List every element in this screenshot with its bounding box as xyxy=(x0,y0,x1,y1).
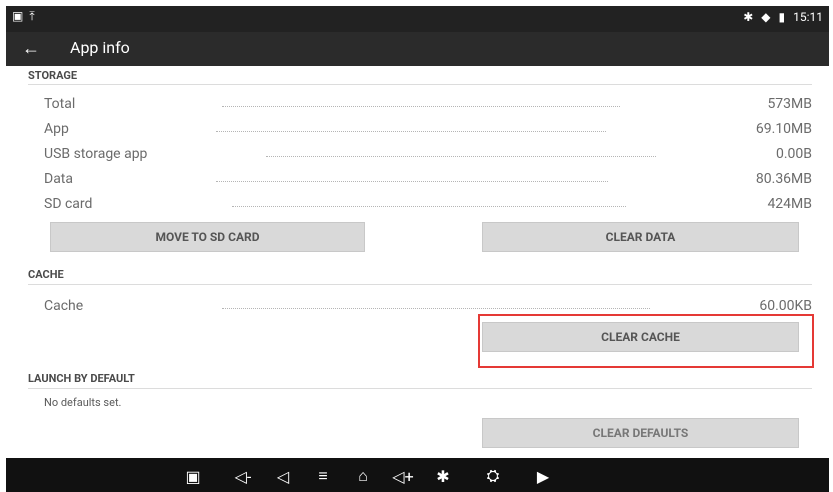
clear-defaults-button[interactable]: CLEAR DEFAULTS xyxy=(482,418,799,448)
row-value: 573MB xyxy=(767,96,812,112)
row-label: Data xyxy=(44,171,73,187)
app-info-content: STORAGE Total 573MB App 69.10MB USB stor… xyxy=(6,66,829,458)
storage-row-usb-storage-app: USB storage app 0.00B xyxy=(44,144,812,166)
bluetooth-icon: ✱ xyxy=(743,10,754,24)
app-bar: ← App info xyxy=(6,32,829,66)
launch-default-section-title: LAUNCH BY DEFAULT xyxy=(28,372,135,385)
clear-cache-button[interactable]: CLEAR CACHE xyxy=(482,322,799,352)
status-left-icons: ▣ ⤒ xyxy=(12,9,35,24)
menu-icon[interactable]: ≡ xyxy=(312,465,334,487)
row-value: 60.00KB xyxy=(759,298,812,314)
row-value: 69.10MB xyxy=(755,121,812,137)
clear-data-button[interactable]: CLEAR DATA xyxy=(482,222,799,252)
android-frame: ▣ ⤒ ✱ ◆ ▮ 15:11 ← App info STORAGE Total… xyxy=(0,0,833,492)
car-diagnostic-icon[interactable]: ⛭ xyxy=(482,465,504,487)
row-dots xyxy=(216,131,606,132)
row-value: 0.00B xyxy=(775,146,812,162)
row-label: Cache xyxy=(44,298,84,314)
status-bar: ▣ ⤒ ✱ ◆ ▮ 15:11 xyxy=(6,6,829,32)
upload-icon: ⤒ xyxy=(29,9,35,23)
storage-row-total: Total 573MB xyxy=(44,94,812,116)
move-to-sd-card-button[interactable]: MOVE TO SD CARD xyxy=(50,222,365,252)
storage-section-title: STORAGE xyxy=(28,69,78,82)
row-dots xyxy=(222,308,650,309)
row-dots xyxy=(222,106,620,107)
screen-record-icon[interactable]: ▶ xyxy=(532,465,554,487)
volume-up-icon[interactable]: ◁+ xyxy=(392,465,414,487)
cache-divider xyxy=(28,284,812,285)
navigation-bar: ▣ ◁- ◁ ≡ ⌂ ◁+ ✱ ⛭ ▶ xyxy=(6,458,829,492)
row-value: 424MB xyxy=(767,196,812,212)
storage-row-sd-card: SD card 424MB xyxy=(44,194,812,216)
bluetooth-icon[interactable]: ✱ xyxy=(432,465,454,487)
row-value: 80.36MB xyxy=(755,171,812,187)
row-dots xyxy=(232,206,626,207)
row-dots xyxy=(266,156,656,157)
gallery-icon[interactable]: ▣ xyxy=(182,465,204,487)
row-label: USB storage app xyxy=(44,146,148,162)
home-icon[interactable]: ⌂ xyxy=(352,465,374,487)
launch-default-text: No defaults set. xyxy=(44,396,122,409)
cache-section-title: CACHE xyxy=(28,268,64,281)
arrow-back-icon[interactable]: ← xyxy=(22,38,40,59)
row-dots xyxy=(216,181,608,182)
back-icon[interactable]: ◁ xyxy=(272,465,294,487)
image-icon: ▣ xyxy=(12,9,24,23)
row-label: App xyxy=(44,121,69,137)
launch-default-divider xyxy=(28,388,812,389)
page-title: App info xyxy=(70,38,130,57)
status-right-icons: ✱ ◆ ▮ 15:11 xyxy=(743,10,823,24)
storage-row-data: Data 80.36MB xyxy=(44,169,812,191)
volume-down-icon[interactable]: ◁- xyxy=(232,465,254,487)
storage-row-app: App 69.10MB xyxy=(44,119,812,141)
row-label: SD card xyxy=(44,196,93,212)
row-label: Total xyxy=(44,96,76,112)
status-time: 15:11 xyxy=(793,10,823,24)
wifi-icon: ◆ xyxy=(761,10,771,24)
battery-icon: ▮ xyxy=(778,10,786,24)
storage-divider xyxy=(28,84,812,85)
